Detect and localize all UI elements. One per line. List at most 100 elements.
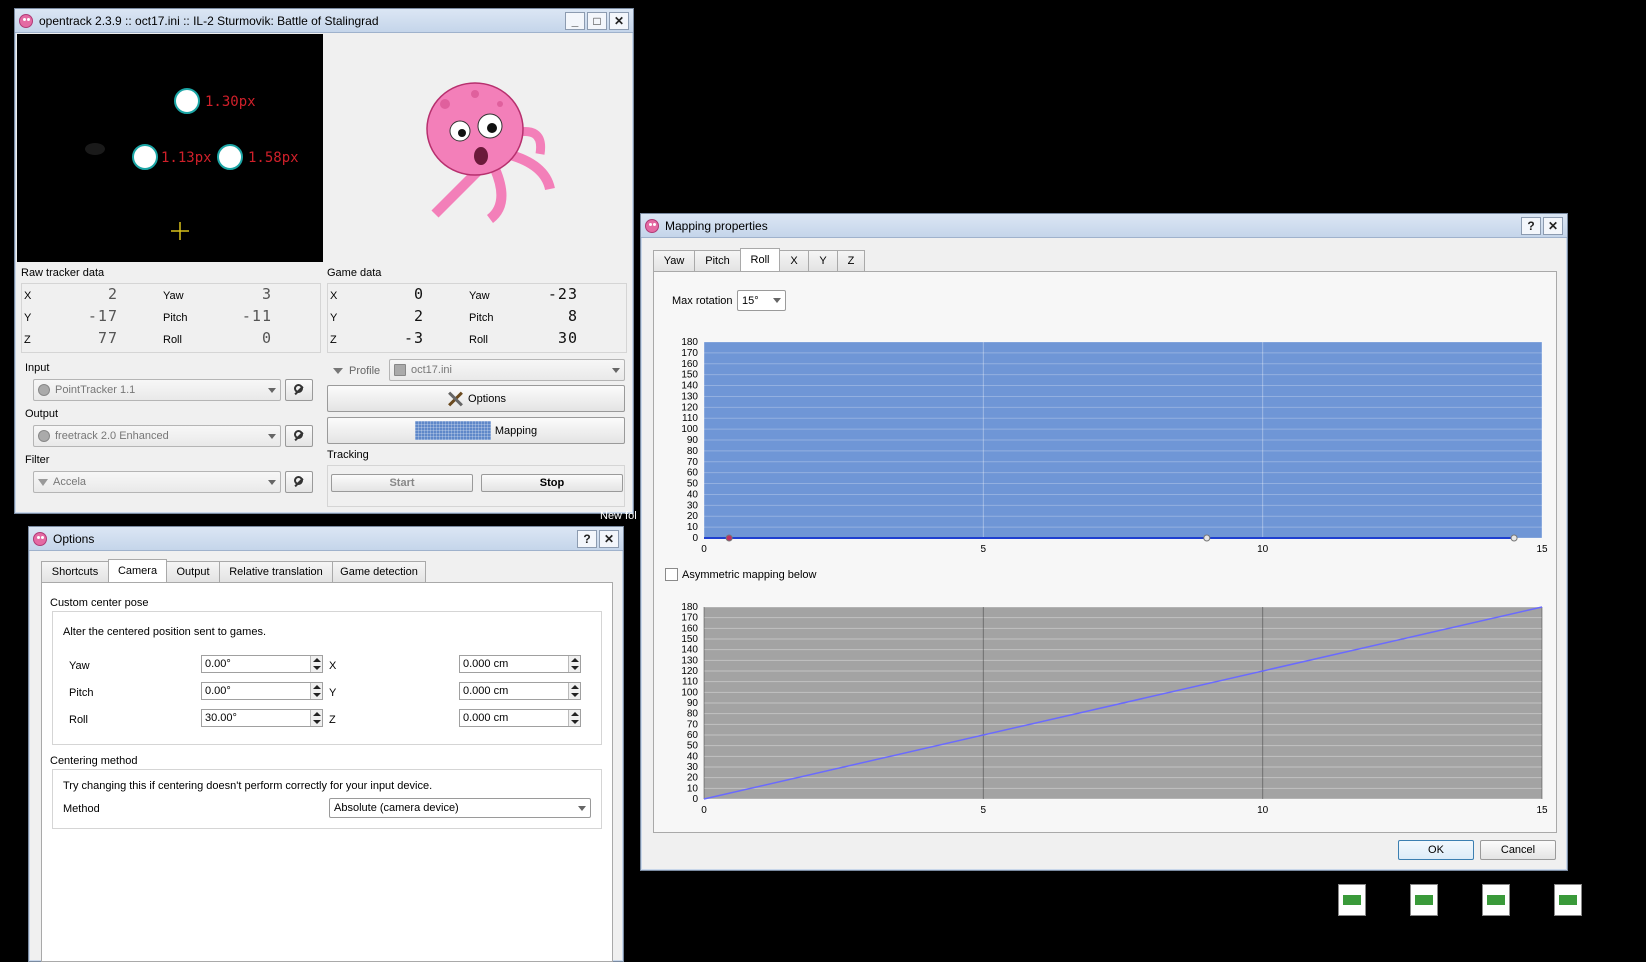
control-point bbox=[1203, 534, 1211, 542]
tab-roll[interactable]: Roll bbox=[740, 248, 780, 271]
start-button[interactable]: Start bbox=[331, 474, 473, 492]
close-button[interactable]: ✕ bbox=[1543, 216, 1563, 235]
tab-y[interactable]: Y bbox=[808, 250, 838, 271]
y-tick-label: 180 bbox=[681, 602, 698, 613]
tab-camera[interactable]: Camera bbox=[108, 559, 167, 582]
desktop-shortcut-icon[interactable] bbox=[1554, 884, 1582, 916]
spin-arrows-icon[interactable] bbox=[568, 710, 580, 726]
tab-label: Output bbox=[176, 566, 210, 578]
ok-label: OK bbox=[1428, 844, 1444, 856]
input-combo[interactable]: PointTracker 1.1 bbox=[33, 379, 281, 401]
tab-yaw[interactable]: Yaw bbox=[653, 250, 695, 271]
triangle-down-icon bbox=[333, 368, 343, 374]
center-group-title: Custom center pose bbox=[50, 597, 149, 609]
method-value: Absolute (camera device) bbox=[334, 802, 459, 814]
centering-title: Centering method bbox=[50, 755, 138, 767]
input-settings-button[interactable] bbox=[285, 379, 313, 401]
yaw-value: 0.00° bbox=[205, 658, 231, 670]
options-tab-pane: Custom center pose Alter the centered po… bbox=[41, 582, 613, 962]
z-spinbox[interactable]: 0.000 cm bbox=[459, 709, 581, 727]
tab-relative-translation[interactable]: Relative translation bbox=[219, 561, 333, 582]
protocol-icon bbox=[38, 430, 50, 442]
yaw-spinbox[interactable]: 0.00° bbox=[201, 655, 323, 673]
output-settings-button[interactable] bbox=[285, 425, 313, 447]
filter-combo[interactable]: Accela bbox=[33, 471, 281, 493]
y-spinbox[interactable]: 0.000 cm bbox=[459, 682, 581, 700]
output-label: Output bbox=[25, 408, 59, 420]
desktop-shortcut-icon[interactable] bbox=[1482, 884, 1510, 916]
x-tick-label: 5 bbox=[981, 544, 987, 555]
tab-label: Game detection bbox=[340, 566, 418, 578]
mapping-curve-chart[interactable]: 0102030405060708090100110120130140150160… bbox=[662, 332, 1550, 562]
x-value: 0.000 cm bbox=[463, 658, 509, 670]
pitch-value: 0.00° bbox=[205, 685, 231, 697]
y-tick-label: 70 bbox=[687, 719, 699, 730]
desktop-fragment-text: New fol bbox=[600, 510, 637, 522]
y-tick-label: 0 bbox=[692, 794, 698, 805]
tab-output[interactable]: Output bbox=[166, 561, 220, 582]
tab-label: Shortcuts bbox=[51, 566, 99, 578]
maximize-button[interactable]: □ bbox=[587, 11, 607, 30]
filter-settings-button[interactable] bbox=[285, 471, 313, 493]
profile-combo[interactable]: oct17.ini bbox=[389, 359, 625, 381]
game-yaw-value: -23 bbox=[547, 285, 578, 303]
y-tick-label: 170 bbox=[681, 348, 698, 359]
center-desc: Alter the centered position sent to game… bbox=[63, 626, 267, 638]
tracker-icon bbox=[38, 384, 50, 396]
asymmetric-curve-chart[interactable]: 0102030405060708090100110120130140150160… bbox=[662, 597, 1550, 823]
centering-group: Try changing this if centering doesn't p… bbox=[52, 769, 602, 829]
tab-z[interactable]: Z bbox=[837, 250, 865, 271]
cancel-button[interactable]: Cancel bbox=[1480, 840, 1556, 860]
spin-arrows-icon[interactable] bbox=[568, 656, 580, 672]
output-combo[interactable]: freetrack 2.0 Enhanced bbox=[33, 425, 281, 447]
desktop-shortcut-icon[interactable] bbox=[1410, 884, 1438, 916]
spin-arrows-icon[interactable] bbox=[310, 710, 322, 726]
options-title: Options bbox=[53, 531, 95, 546]
asymmetric-checkbox[interactable] bbox=[665, 568, 678, 581]
y-label: Y bbox=[329, 687, 337, 699]
y-tick-label: 50 bbox=[687, 741, 699, 752]
y-tick-label: 140 bbox=[681, 381, 698, 392]
game-y-value: 2 bbox=[413, 307, 424, 325]
options-button[interactable]: Options bbox=[327, 385, 625, 412]
tab-game-detection[interactable]: Game detection bbox=[332, 561, 426, 582]
y-tick-label: 40 bbox=[687, 751, 699, 762]
method-select[interactable]: Absolute (camera device) bbox=[329, 798, 591, 818]
close-button[interactable]: ✕ bbox=[599, 529, 619, 548]
close-button[interactable]: ✕ bbox=[609, 11, 629, 30]
spin-arrows-icon[interactable] bbox=[310, 683, 322, 699]
tab-shortcuts[interactable]: Shortcuts bbox=[41, 561, 109, 582]
y-tick-label: 100 bbox=[681, 687, 698, 698]
filter-value: Accela bbox=[53, 476, 87, 488]
spin-arrows-icon[interactable] bbox=[310, 656, 322, 672]
tracked-point bbox=[132, 144, 158, 170]
tab-pitch[interactable]: Pitch bbox=[694, 250, 741, 271]
mapping-label: Mapping bbox=[494, 424, 538, 437]
z-value: 0.000 cm bbox=[463, 712, 509, 724]
raw-z-value: 77 bbox=[97, 329, 118, 347]
tab-x[interactable]: X bbox=[779, 250, 809, 271]
input-value: PointTracker 1.1 bbox=[55, 384, 136, 396]
mapping-button[interactable]: Mapping bbox=[327, 417, 625, 444]
x-tick-label: 15 bbox=[1536, 805, 1548, 816]
help-button[interactable]: ? bbox=[577, 529, 597, 548]
start-label: Start bbox=[389, 477, 415, 489]
minimize-button[interactable]: _ bbox=[565, 11, 585, 30]
y-tick-label: 80 bbox=[687, 709, 699, 720]
ok-button[interactable]: OK bbox=[1398, 840, 1474, 860]
raw-roll-value: 0 bbox=[261, 329, 272, 347]
max-rotation-select[interactable]: 15° bbox=[737, 290, 786, 311]
roll-label: Roll bbox=[69, 714, 88, 726]
y-tick-label: 90 bbox=[687, 435, 699, 446]
x-spinbox[interactable]: 0.000 cm bbox=[459, 655, 581, 673]
pitch-spinbox[interactable]: 0.00° bbox=[201, 682, 323, 700]
chevron-down-icon bbox=[578, 805, 586, 811]
input-label: Input bbox=[25, 362, 50, 374]
preview-overlay bbox=[85, 88, 243, 240]
desktop-shortcut-icon[interactable] bbox=[1338, 884, 1366, 916]
stop-button[interactable]: Stop bbox=[481, 474, 623, 492]
spin-arrows-icon[interactable] bbox=[568, 683, 580, 699]
help-button[interactable]: ? bbox=[1521, 216, 1541, 235]
profile-menu-button[interactable]: Profile bbox=[333, 361, 389, 381]
roll-spinbox[interactable]: 30.00° bbox=[201, 709, 323, 727]
